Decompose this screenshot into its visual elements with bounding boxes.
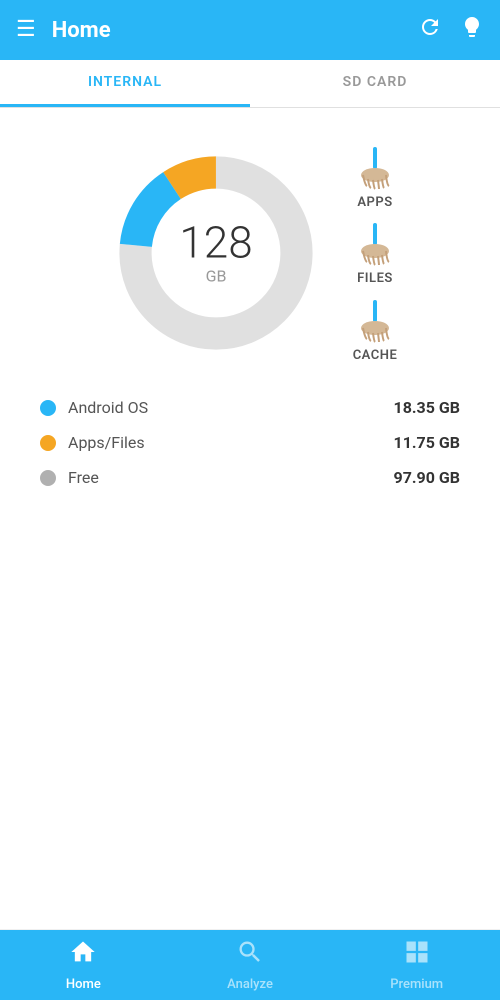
tabs: INTERNAL SD CARD (0, 60, 500, 108)
nav-analyze[interactable]: Analyze (167, 938, 334, 992)
nav-premium-label: Premium (390, 977, 443, 992)
menu-icon[interactable]: ☰ (16, 19, 36, 41)
nav-analyze-label: Analyze (227, 977, 273, 992)
legend-item-android: Android OS 18.35 GB (40, 398, 460, 417)
header: ☰ Home (0, 0, 500, 60)
files-button[interactable]: FILES (351, 219, 399, 286)
broom-apps-icon (351, 143, 399, 191)
files-label: FILES (357, 271, 393, 286)
home-icon (69, 938, 97, 973)
legend-label-android: Android OS (68, 398, 382, 417)
legend-item-free: Free 97.90 GB (40, 468, 460, 487)
nav-premium[interactable]: Premium (333, 938, 500, 992)
apps-button[interactable]: APPS (351, 143, 399, 210)
bottom-nav: Home Analyze Premium (0, 930, 500, 1000)
header-title: Home (52, 18, 418, 43)
donut-unit: GB (179, 267, 252, 286)
tab-sdcard[interactable]: SD CARD (250, 60, 500, 107)
legend-item-apps: Apps/Files 11.75 GB (40, 433, 460, 452)
refresh-icon[interactable] (418, 15, 442, 45)
apps-label: APPS (357, 195, 392, 210)
main-content: 128 GB (0, 108, 500, 929)
cache-label: CACHE (353, 348, 398, 363)
legend-value-free: 97.90 GB (394, 468, 460, 487)
nav-home[interactable]: Home (0, 938, 167, 992)
premium-icon (403, 938, 431, 973)
donut-chart: 128 GB (101, 138, 331, 368)
analyze-icon (236, 938, 264, 973)
cache-button[interactable]: CACHE (351, 296, 399, 363)
header-icons (418, 15, 484, 45)
legend-value-android: 18.35 GB (394, 398, 460, 417)
legend-dot-android (40, 400, 56, 416)
nav-home-label: Home (66, 977, 101, 992)
lightbulb-icon[interactable] (460, 15, 484, 45)
broom-files-icon (351, 219, 399, 267)
legend-value-apps: 11.75 GB (394, 433, 460, 452)
legend-label-free: Free (68, 468, 382, 487)
legend: Android OS 18.35 GB Apps/Files 11.75 GB … (0, 388, 500, 497)
legend-label-apps: Apps/Files (68, 433, 382, 452)
donut-value: 128 (179, 221, 252, 265)
tab-internal[interactable]: INTERNAL (0, 60, 250, 107)
side-buttons: APPS FILES (351, 138, 399, 368)
chart-area: 128 GB (0, 128, 500, 378)
broom-cache-icon (351, 296, 399, 344)
legend-dot-free (40, 470, 56, 486)
legend-dot-apps (40, 435, 56, 451)
donut-center: 128 GB (179, 221, 252, 286)
